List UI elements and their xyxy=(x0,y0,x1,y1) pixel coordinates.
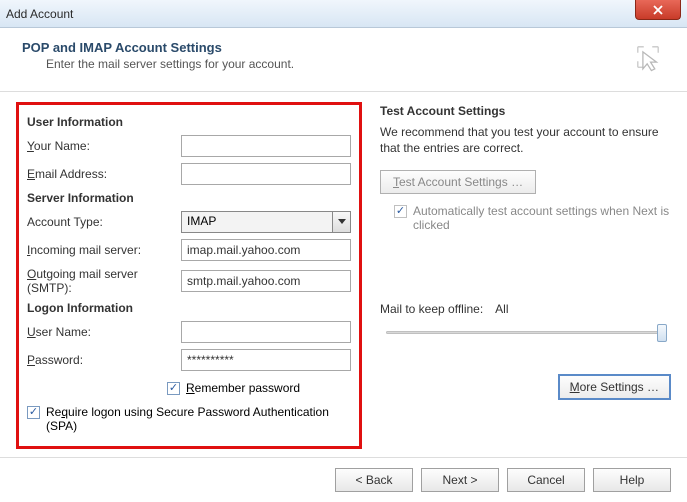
mail-keep-label: Mail to keep offline: xyxy=(380,302,483,316)
incoming-label: Incoming mail server: xyxy=(27,243,181,257)
auto-test-checkbox[interactable] xyxy=(394,205,407,218)
password-row: Password: xyxy=(27,349,351,371)
remember-row: Remember password xyxy=(27,377,351,399)
left-column: User Information Your Name: Email Addres… xyxy=(16,102,362,449)
password-input[interactable] xyxy=(181,349,351,371)
mail-keep-value: All xyxy=(495,302,508,316)
spa-row: Require logon using Secure Password Auth… xyxy=(27,405,351,433)
back-button[interactable]: < Back xyxy=(335,468,413,492)
remember-label: Remember password xyxy=(186,381,300,395)
account-type-combo[interactable]: IMAP xyxy=(181,211,351,233)
username-input[interactable] xyxy=(181,321,351,343)
right-column: Test Account Settings We recommend that … xyxy=(380,102,671,449)
your-name-row: Your Name: xyxy=(27,135,351,157)
user-info-heading: User Information xyxy=(27,115,351,129)
chevron-down-icon xyxy=(338,219,346,225)
spa-checkbox[interactable] xyxy=(27,406,40,419)
incoming-row: Incoming mail server: xyxy=(27,239,351,261)
next-button[interactable]: Next > xyxy=(421,468,499,492)
username-label: User Name: xyxy=(27,325,181,339)
outgoing-row: Outgoing mail server (SMTP): xyxy=(27,267,351,295)
close-button[interactable] xyxy=(635,0,681,20)
spa-label: Require logon using Secure Password Auth… xyxy=(46,405,351,433)
email-label: Email Address: xyxy=(27,167,181,181)
more-settings-button[interactable]: More Settings … xyxy=(558,374,671,400)
your-name-input[interactable] xyxy=(181,135,351,157)
slider-track xyxy=(386,331,665,334)
auto-test-label: Automatically test account settings when… xyxy=(413,204,671,232)
logon-info-heading: Logon Information xyxy=(27,301,351,315)
test-heading: Test Account Settings xyxy=(380,104,671,118)
mail-keep-slider[interactable] xyxy=(380,322,671,344)
header-subtitle: Enter the mail server settings for your … xyxy=(22,57,294,71)
remember-checkbox[interactable] xyxy=(167,382,180,395)
password-label: Password: xyxy=(27,353,181,367)
test-account-button[interactable]: Test Account Settings … xyxy=(380,170,536,194)
outgoing-label: Outgoing mail server (SMTP): xyxy=(27,267,181,295)
test-desc: We recommend that you test your account … xyxy=(380,124,671,156)
account-type-label: Account Type: xyxy=(27,215,181,229)
email-input[interactable] xyxy=(181,163,351,185)
incoming-input[interactable] xyxy=(181,239,351,261)
combo-dropdown-button[interactable] xyxy=(332,212,350,232)
window-title: Add Account xyxy=(6,7,73,21)
add-account-window: Add Account POP and IMAP Account Setting… xyxy=(0,0,687,502)
help-button[interactable]: Help xyxy=(593,468,671,492)
dialog-footer: < Back Next > Cancel Help xyxy=(0,457,687,502)
account-type-row: Account Type: IMAP xyxy=(27,211,351,233)
dialog-body: User Information Your Name: Email Addres… xyxy=(0,92,687,457)
username-row: User Name: xyxy=(27,321,351,343)
titlebar: Add Account xyxy=(0,0,687,28)
your-name-label: Your Name: xyxy=(27,139,181,153)
email-row: Email Address: xyxy=(27,163,351,185)
auto-test-row: Automatically test account settings when… xyxy=(380,204,671,232)
close-icon xyxy=(653,5,663,15)
account-type-value: IMAP xyxy=(182,212,332,232)
header-title: POP and IMAP Account Settings xyxy=(22,40,294,55)
cursor-icon xyxy=(631,40,665,77)
page-header: POP and IMAP Account Settings Enter the … xyxy=(0,28,687,92)
server-info-heading: Server Information xyxy=(27,191,351,205)
mail-keep-row: Mail to keep offline: All xyxy=(380,302,671,316)
outgoing-input[interactable] xyxy=(181,270,351,292)
slider-thumb[interactable] xyxy=(657,324,667,342)
cancel-button[interactable]: Cancel xyxy=(507,468,585,492)
